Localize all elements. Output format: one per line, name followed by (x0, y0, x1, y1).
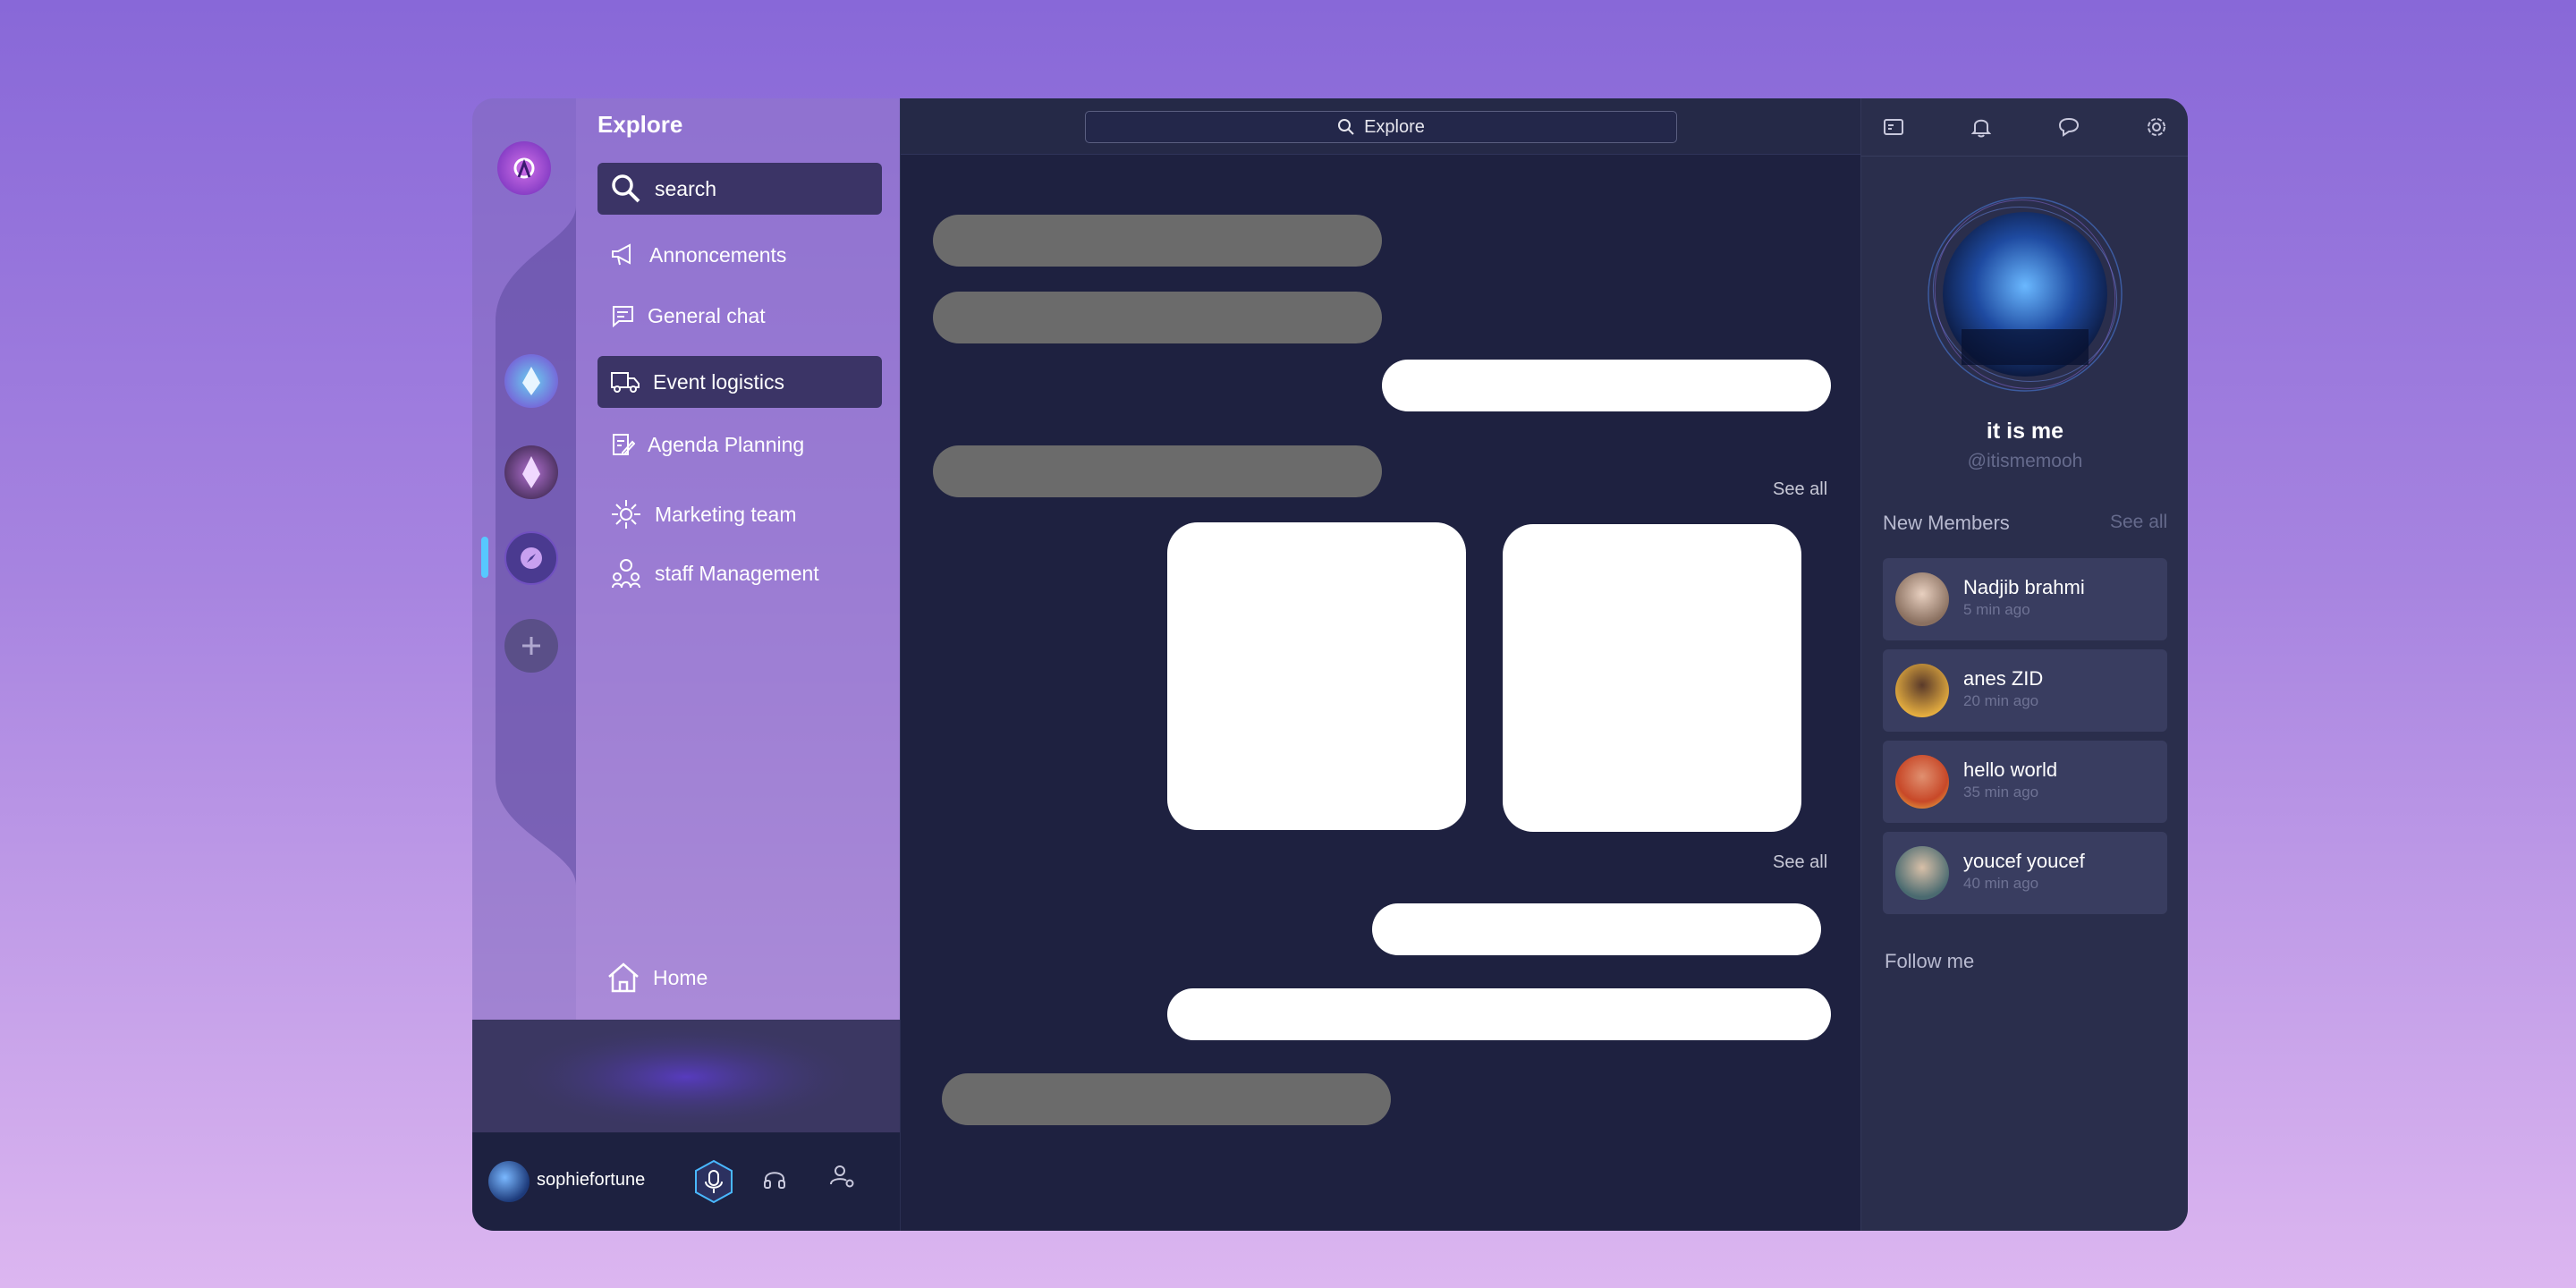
user-gear-icon (830, 1165, 854, 1188)
member-card[interactable]: youcef youcef 40 min ago (1883, 832, 2167, 914)
network-gear-icon (612, 500, 640, 529)
channel-search-button[interactable]: search (597, 163, 882, 215)
megaphone-icon (612, 243, 631, 266)
media-card[interactable] (1503, 524, 1801, 832)
headphones-icon (764, 1172, 785, 1189)
member-name: Nadjib brahmi (1963, 576, 2085, 598)
member-card[interactable]: Nadjib brahmi 5 min ago (1883, 558, 2167, 640)
message-bubble-received (933, 292, 1382, 343)
clipboard-edit-icon (613, 434, 635, 455)
channel-item-label: Event logistics (653, 369, 785, 394)
search-icon (612, 174, 640, 203)
see-all-link[interactable]: See all (1773, 479, 1827, 500)
message-bubble-sent (1372, 903, 1821, 955)
chat-main-area: Explore See all See all (900, 98, 1861, 1231)
headphones-button[interactable] (762, 1166, 787, 1196)
member-avatar (1895, 572, 1949, 626)
channel-item-marketing-team[interactable]: Marketing team (597, 488, 882, 540)
truck-icon (611, 372, 640, 393)
message-bubble-sent (1382, 360, 1831, 411)
explore-compass-icon[interactable] (504, 531, 558, 585)
messages-button[interactable] (2055, 113, 2083, 141)
home-icon (608, 962, 639, 993)
media-card[interactable] (1167, 522, 1466, 830)
member-avatar (1895, 846, 1949, 900)
channel-item-label: Agenda Planning (648, 432, 805, 456)
app-logo-icon[interactable] (497, 141, 551, 195)
member-card[interactable]: anes ZID 20 min ago (1883, 649, 2167, 732)
add-server-icon[interactable] (504, 619, 558, 673)
explore-search-input[interactable]: Explore (1085, 111, 1677, 143)
member-avatar (1895, 664, 1949, 717)
message-bubble-received (933, 215, 1382, 267)
profile-name: it is me (1986, 419, 2064, 444)
user-bar: sophiefortune (472, 1132, 900, 1231)
home-label: Home (653, 965, 708, 989)
member-name: anes ZID (1963, 667, 2044, 690)
channel-search-label: search (655, 176, 717, 200)
channel-item-label: Marketing team (655, 502, 797, 526)
chat-lines-icon (613, 306, 633, 328)
member-time: 35 min ago (1963, 784, 2039, 801)
channel-item-label: Annoncements (649, 242, 787, 267)
member-avatar (1895, 755, 1949, 809)
explore-search-placeholder: Explore (1364, 116, 1425, 137)
message-bubble-received (933, 445, 1382, 497)
user-name: sophiefortune (537, 1170, 646, 1190)
settings-button[interactable] (2142, 113, 2171, 141)
bell-icon (1971, 119, 1991, 138)
active-server-indicator (481, 537, 488, 578)
message-bubble-sent (1167, 988, 1831, 1040)
channel-item-general-chat[interactable]: General chat (597, 290, 882, 342)
member-name: hello world (1963, 758, 2058, 781)
profile-panel: it is me @itismemooh New Members See all… (1860, 98, 2188, 1231)
gear-icon (2148, 118, 2165, 136)
profile-handle: @itismemooh (1967, 451, 2083, 471)
microphone-icon (695, 1159, 733, 1204)
home-button[interactable]: Home (597, 952, 882, 1004)
member-time: 5 min ago (1963, 601, 2030, 618)
follow-me-link[interactable]: Follow me (1885, 950, 1974, 973)
new-members-see-all-link[interactable]: See all (2110, 512, 2167, 533)
see-all-link[interactable]: See all (1773, 852, 1827, 873)
main-top-bar: Explore (901, 98, 1861, 155)
server-gem-icon[interactable] (504, 445, 558, 499)
message-bubble-received (942, 1073, 1391, 1125)
id-card-icon (1884, 119, 1903, 135)
new-members-title: New Members (1883, 512, 2010, 534)
member-name: youcef youcef (1963, 850, 2085, 872)
id-card-button[interactable] (1879, 113, 1908, 141)
member-card[interactable]: hello world 35 min ago (1883, 741, 2167, 823)
channel-panel-title: Explore (597, 111, 683, 138)
user-avatar[interactable] (488, 1161, 530, 1202)
member-time: 40 min ago (1963, 875, 2039, 892)
notifications-button[interactable] (1967, 113, 1996, 141)
app-window: Explore search Annoncements General chat… (472, 98, 2188, 1231)
profile-panel-toolbar (1861, 98, 2188, 157)
channel-item-annoncements[interactable]: Annoncements (597, 229, 882, 281)
profile-avatar[interactable] (1926, 195, 2124, 394)
server-crystal-icon[interactable] (504, 354, 558, 408)
chat-bubble-icon (2058, 117, 2080, 137)
channel-item-staff-management[interactable]: staff Management (597, 547, 882, 599)
profile-avatar-graphic (1928, 197, 2123, 392)
member-time: 20 min ago (1963, 692, 2039, 709)
channel-item-label: staff Management (655, 561, 819, 585)
voice-waveform-graphic (507, 1023, 865, 1131)
search-icon (1338, 119, 1354, 135)
user-settings-button[interactable] (828, 1163, 855, 1194)
voice-waveform-panel (472, 1020, 900, 1132)
channel-panel: Explore search Annoncements General chat… (576, 98, 900, 1021)
microphone-button[interactable] (694, 1159, 733, 1204)
channel-item-agenda-planning[interactable]: Agenda Planning (597, 419, 882, 470)
channel-item-label: General chat (648, 303, 766, 327)
channel-item-event-logistics[interactable]: Event logistics (597, 356, 882, 408)
people-gear-icon (612, 559, 640, 589)
